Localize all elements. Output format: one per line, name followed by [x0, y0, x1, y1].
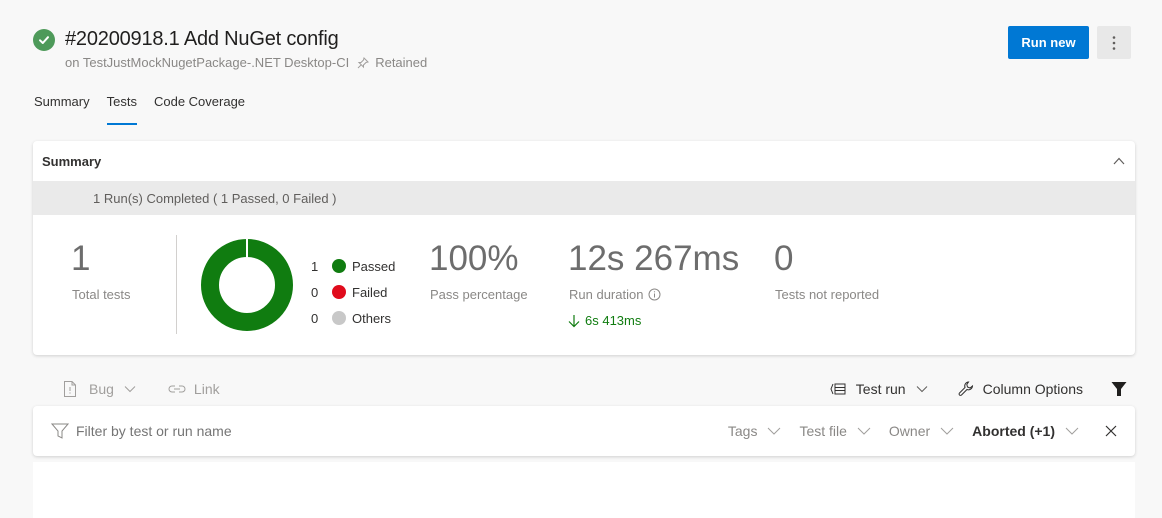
chevron-down-icon [768, 427, 781, 435]
run-duration-value: 12s 267ms [568, 239, 740, 278]
filter-search-input[interactable] [76, 423, 476, 439]
pass-percentage-label: Pass percentage [430, 287, 528, 302]
tags-filter-dropdown[interactable]: Tags [728, 423, 782, 439]
summary-stats: 1 Total tests 1 Passed 0 Failed 0 Others [33, 215, 1135, 355]
filter-icon [51, 423, 69, 439]
filter-filled-icon [1111, 382, 1127, 396]
run-duration-label: Run duration [569, 287, 644, 302]
check-circle-icon [33, 28, 55, 51]
failed-label: Failed [352, 284, 388, 300]
not-reported-value: 0 [774, 239, 794, 278]
link-icon [168, 385, 186, 393]
outcome-filter-label: Aborted (+1) [972, 423, 1055, 439]
tab-summary[interactable]: Summary [34, 94, 90, 124]
run-duration-label-wrap: Run duration [569, 287, 661, 302]
total-tests-label: Total tests [72, 287, 131, 302]
results-list-area [33, 462, 1135, 518]
bug-label: Bug [89, 381, 114, 397]
run-header: #20200918.1 Add NuGet config on TestJust… [33, 28, 427, 70]
summary-header[interactable]: Summary [33, 141, 1135, 181]
runs-completed-banner: 1 Run(s) Completed ( 1 Passed, 0 Failed … [33, 181, 1135, 215]
chevron-down-icon [916, 386, 927, 393]
passed-label: Passed [352, 258, 396, 274]
bug-button[interactable]: Bug [63, 381, 136, 397]
test-run-groupby-dropdown[interactable]: Test run [830, 381, 928, 397]
passed-dot-icon [332, 259, 346, 273]
column-options-label: Column Options [982, 381, 1083, 397]
filter-bar: Tags Test file Owner Aborted (+1) [33, 406, 1135, 456]
results-toolbar: Bug Link Test run Column Options [33, 372, 1135, 406]
others-count: 0 [311, 310, 319, 326]
wrench-icon [958, 381, 973, 396]
legend-item-passed: 1 Passed [311, 253, 395, 279]
owner-filter-dropdown[interactable]: Owner [889, 423, 954, 439]
summary-card: Summary 1 Run(s) Completed ( 1 Passed, 0… [33, 141, 1135, 355]
test-run-label: Test run [855, 381, 906, 397]
outcome-donut-chart [201, 239, 293, 331]
not-reported-label: Tests not reported [775, 287, 880, 302]
info-icon[interactable] [648, 288, 661, 301]
outcome-filter-dropdown[interactable]: Aborted (+1) [972, 423, 1079, 439]
divider [176, 235, 177, 334]
tab-code-coverage[interactable]: Code Coverage [154, 94, 245, 124]
bug-file-icon [64, 381, 76, 397]
pass-percentage-value: 100% [429, 239, 519, 278]
link-label: Link [193, 381, 220, 397]
pin-icon [357, 56, 370, 69]
filter-toggle-button[interactable] [1111, 381, 1127, 397]
chevron-up-icon[interactable] [1113, 157, 1125, 165]
tab-tests[interactable]: Tests [106, 94, 138, 125]
chevron-down-icon [124, 386, 136, 393]
pipeline-link[interactable]: on TestJustMockNugetPackage-.NET Desktop… [65, 55, 349, 70]
chevron-down-icon [1065, 427, 1079, 435]
legend-item-others: 0 Others [311, 305, 395, 331]
total-tests-value: 1 [71, 239, 91, 278]
more-vertical-icon [1112, 35, 1116, 50]
tags-filter-label: Tags [727, 423, 758, 439]
group-by-icon [830, 383, 846, 395]
page-title: #20200918.1 Add NuGet config [65, 28, 339, 50]
arrow-down-icon [568, 314, 580, 327]
link-button[interactable]: Link [168, 381, 220, 397]
passed-count: 1 [311, 258, 319, 274]
chevron-down-icon [940, 427, 954, 435]
others-label: Others [352, 310, 392, 326]
duration-delta: 6s 413ms [568, 313, 641, 328]
outcome-legend: 1 Passed 0 Failed 0 Others [311, 253, 395, 331]
retained-label: Retained [375, 55, 428, 70]
duration-delta-value: 6s 413ms [585, 313, 642, 328]
more-actions-button[interactable] [1097, 26, 1131, 59]
clear-filters-close-icon[interactable] [1105, 425, 1117, 437]
test-file-filter-label: Test file [799, 423, 847, 439]
summary-title: Summary [42, 153, 102, 169]
others-dot-icon [332, 311, 346, 325]
test-file-filter-dropdown[interactable]: Test file [799, 423, 871, 439]
column-options-button[interactable]: Column Options [958, 381, 1083, 397]
run-new-button[interactable]: Run new [1008, 26, 1089, 59]
chevron-down-icon [857, 427, 871, 435]
donut-passed-segment [201, 239, 293, 331]
tab-bar: Summary Tests Code Coverage [34, 94, 262, 125]
owner-filter-label: Owner [888, 423, 931, 439]
failed-dot-icon [332, 285, 346, 299]
legend-item-failed: 0 Failed [311, 279, 395, 305]
failed-count: 0 [311, 284, 319, 300]
